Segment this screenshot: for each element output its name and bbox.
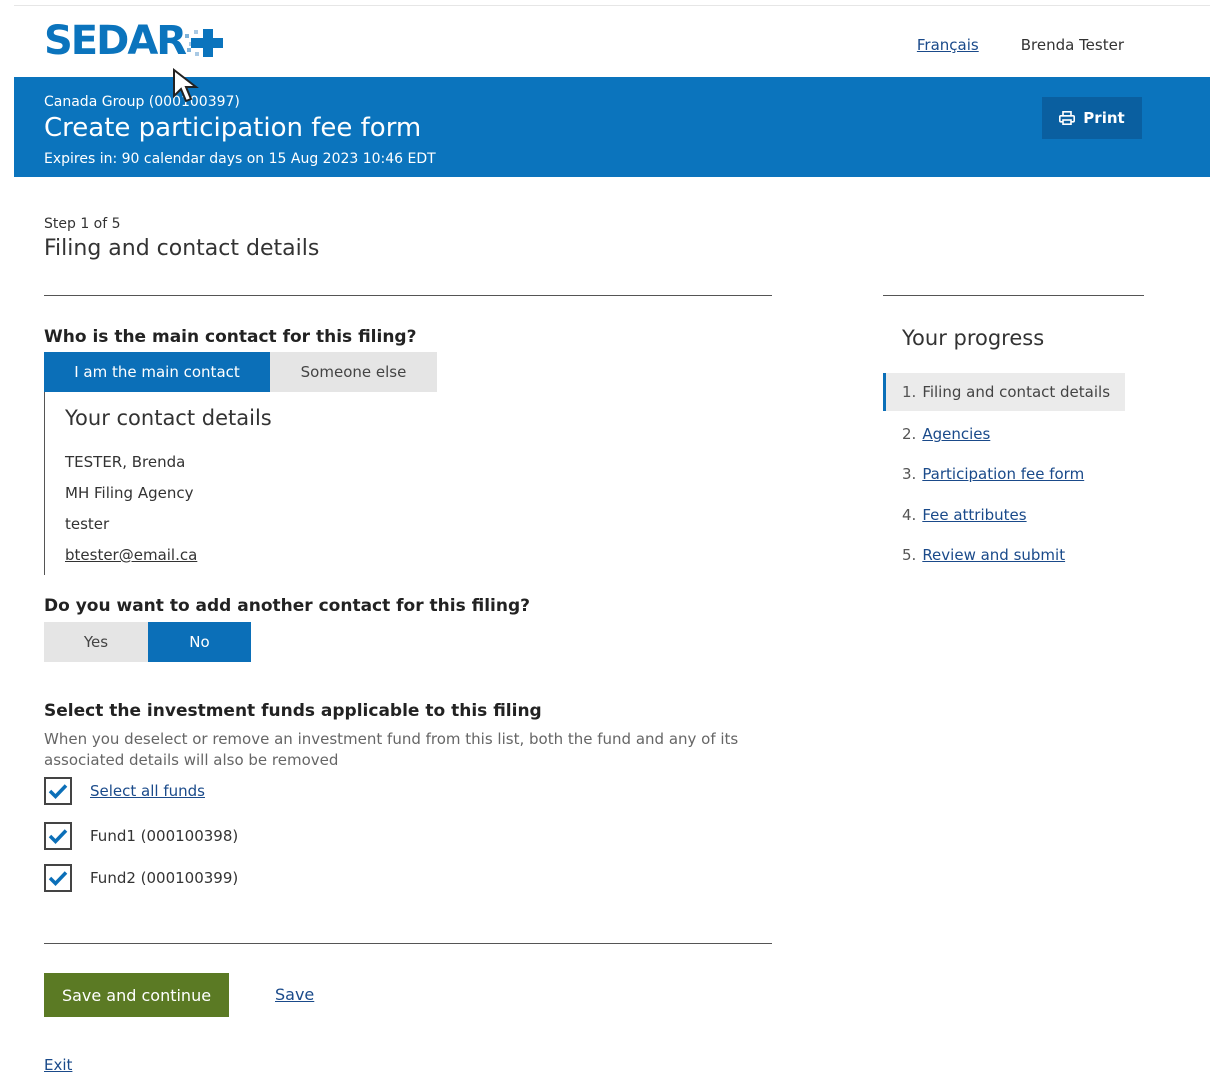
page-title: Create participation fee form bbox=[44, 113, 422, 143]
save-and-continue-button[interactable]: Save and continue bbox=[44, 973, 229, 1017]
i-am-main-contact-option[interactable]: I am the main contact bbox=[44, 352, 270, 392]
step-title: Filing and contact details bbox=[44, 236, 320, 261]
main-contact-question: Who is the main contact for this filing? bbox=[44, 327, 417, 347]
progress-step-label: Review and submit bbox=[922, 546, 1066, 564]
print-button[interactable]: Print bbox=[1042, 97, 1142, 139]
progress-divider bbox=[883, 295, 1144, 296]
progress-step-number: 4. bbox=[902, 506, 917, 524]
fund2-checkbox[interactable] bbox=[44, 864, 72, 892]
actions-divider bbox=[44, 943, 772, 944]
logo-plus-icon bbox=[185, 21, 225, 61]
fund-row: Fund2 (000100399) bbox=[44, 864, 238, 892]
main-contact-toggle: I am the main contact Someone else bbox=[44, 352, 437, 392]
progress-step-label: Filing and contact details bbox=[922, 383, 1111, 401]
progress-step-number: 3. bbox=[902, 465, 917, 483]
contact-name: TESTER, Brenda bbox=[65, 453, 186, 471]
checkmark-icon bbox=[48, 784, 68, 799]
contact-agency: MH Filing Agency bbox=[65, 484, 194, 502]
no-option[interactable]: No bbox=[148, 622, 251, 662]
funds-question: Select the investment funds applicable t… bbox=[44, 701, 542, 721]
expiry-text: Expires in: 90 calendar days on 15 Aug 2… bbox=[44, 151, 436, 167]
progress-step-review-submit[interactable]: 5. Review and submit bbox=[883, 536, 1125, 574]
fund-row: Fund1 (000100398) bbox=[44, 822, 238, 850]
contact-username: tester bbox=[65, 515, 110, 533]
group-name: Canada Group (000100397) bbox=[44, 94, 240, 110]
progress-step-fee-attributes[interactable]: 4. Fee attributes bbox=[883, 496, 1125, 534]
contact-details-panel: Your contact details TESTER, Brenda MH F… bbox=[44, 392, 444, 575]
printer-icon bbox=[1059, 111, 1076, 125]
yes-option[interactable]: Yes bbox=[44, 622, 148, 662]
another-contact-toggle: Yes No bbox=[44, 622, 251, 662]
print-label: Print bbox=[1083, 109, 1125, 127]
logo-text: SEDAR bbox=[44, 18, 187, 64]
progress-step-participation-fee-form[interactable]: 3. Participation fee form bbox=[883, 455, 1125, 493]
fund1-checkbox[interactable] bbox=[44, 822, 72, 850]
select-all-funds-link[interactable]: Select all funds bbox=[90, 782, 205, 800]
progress-step-label: Participation fee form bbox=[922, 465, 1085, 483]
select-all-funds-row: Select all funds bbox=[44, 777, 205, 805]
progress-step-number: 2. bbox=[902, 425, 917, 443]
checkmark-icon bbox=[48, 871, 68, 886]
progress-step-label: Fee attributes bbox=[922, 506, 1027, 524]
progress-step-label: Agencies bbox=[922, 425, 991, 443]
progress-step-filing-contact[interactable]: 1. Filing and contact details bbox=[883, 373, 1125, 411]
fund1-label[interactable]: Fund1 (000100398) bbox=[90, 827, 238, 845]
mouse-pointer-icon bbox=[173, 68, 199, 103]
progress-step-number: 1. bbox=[902, 383, 917, 401]
progress-step-agencies[interactable]: 2. Agencies bbox=[883, 415, 1125, 453]
select-all-checkbox[interactable] bbox=[44, 777, 72, 805]
sedar-logo[interactable]: SEDAR bbox=[44, 18, 225, 64]
section-divider bbox=[44, 295, 772, 296]
another-contact-question: Do you want to add another contact for t… bbox=[44, 596, 531, 616]
funds-hint: When you deselect or remove an investmen… bbox=[44, 730, 739, 769]
fund2-label[interactable]: Fund2 (000100399) bbox=[90, 869, 238, 887]
checkmark-icon bbox=[48, 829, 68, 844]
exit-link[interactable]: Exit bbox=[44, 1056, 72, 1073]
save-link[interactable]: Save bbox=[275, 985, 314, 1004]
someone-else-option[interactable]: Someone else bbox=[270, 352, 437, 392]
contact-details-title: Your contact details bbox=[65, 406, 272, 430]
step-counter: Step 1 of 5 bbox=[44, 216, 121, 232]
contact-email-link[interactable]: btester@email.ca bbox=[65, 546, 197, 564]
progress-step-number: 5. bbox=[902, 546, 917, 564]
language-link[interactable]: Français bbox=[917, 36, 979, 54]
progress-title: Your progress bbox=[902, 326, 1045, 350]
top-divider bbox=[14, 5, 1210, 6]
user-name[interactable]: Brenda Tester bbox=[1021, 36, 1124, 54]
